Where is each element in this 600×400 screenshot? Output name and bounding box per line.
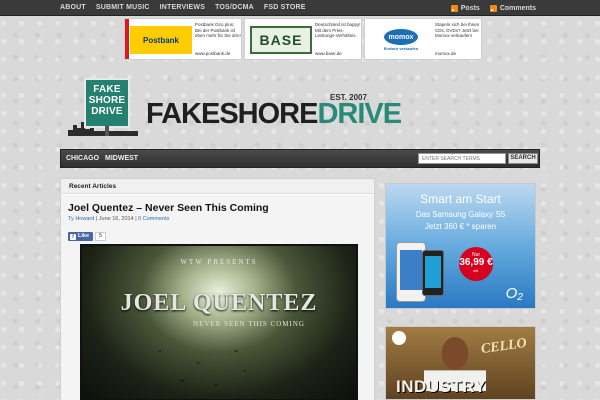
rss-icon xyxy=(489,4,497,12)
top-bar: About Submit Music Interviews TOS/DCMA F… xyxy=(0,0,600,16)
ad-marker xyxy=(125,19,129,59)
posts-feed-label: Posts xyxy=(460,4,480,12)
ad-headline: INDUSTRY xyxy=(396,377,487,396)
cover-artist: JOEL QUENTEZ xyxy=(120,290,318,316)
logo-sign-line: FAKE xyxy=(93,84,121,95)
search-button[interactable]: SEARCH xyxy=(508,153,538,164)
ad-postbank[interactable]: Postbank Postbank Giro plus: Bei der Pos… xyxy=(124,18,242,60)
feed-links: Posts Comments xyxy=(441,0,536,16)
nav-midwest[interactable]: Midwest xyxy=(105,150,138,167)
like-count: 5 xyxy=(95,232,107,241)
comments-feed-link[interactable]: Comments xyxy=(489,0,536,16)
search-input[interactable] xyxy=(418,153,506,164)
article-date: June 16, 2014 xyxy=(98,216,134,222)
logo-wordmark: FAKESHOREDRIVE xyxy=(146,98,402,131)
cover-subtitle: NEVER SEEN THIS COMING xyxy=(193,320,305,328)
bird-icon: ⌄ xyxy=(177,371,188,385)
article: Joel Quentez – Never Seen This Coming Ty… xyxy=(61,195,374,400)
recent-articles-panel: Recent Articles Joel Quentez – Never See… xyxy=(60,178,375,400)
nav-chicago[interactable]: Chicago xyxy=(66,150,99,167)
ad-base[interactable]: BASE Deutschland ist happy! Mit dem Prei… xyxy=(244,18,362,60)
logo-street-sign: FAKE SHORE DRIVE xyxy=(84,78,130,128)
momox-logo: momox Einfach verkaufen xyxy=(370,26,432,54)
comments-feed-label: Comments xyxy=(499,4,536,12)
nav-fsd-store[interactable]: FSD Store xyxy=(264,0,306,16)
comments-link[interactable]: 0 Comments xyxy=(138,216,169,222)
ad-url: momox.de xyxy=(435,51,457,56)
base-logo: BASE xyxy=(250,26,312,54)
ad-offer: Jetzt 360 € * sparen xyxy=(424,222,497,231)
sidebar-ad-cello[interactable]: CELLO INDUSTRY xyxy=(385,326,536,400)
logo-established: EST. 2007 xyxy=(330,93,367,102)
price-suffix: mtl. xyxy=(472,268,480,273)
nav-about[interactable]: About xyxy=(60,0,86,16)
facebook-like: f Like 5 xyxy=(68,232,107,241)
bird-icon: ⌄ xyxy=(212,378,220,388)
momox-tagline: Einfach verkaufen xyxy=(383,46,419,51)
site-logo[interactable]: FAKE SHORE DRIVE FAKESHOREDRIVE EST. 200… xyxy=(68,78,402,140)
posts-feed-link[interactable]: Posts xyxy=(450,0,480,16)
cover-presents: WTW PRESENTS xyxy=(180,258,258,266)
nav-interviews[interactable]: Interviews xyxy=(160,0,205,16)
ad-headline: Smart am Start xyxy=(420,192,501,206)
like-button[interactable]: f Like xyxy=(68,232,94,241)
logo-sign-post xyxy=(105,126,109,136)
ad-text: Stapeln sich bei Ihnen CDs, DVDs? Jetzt … xyxy=(435,22,480,39)
bird-icon: ⌄ xyxy=(232,344,240,354)
momox-logo-mark: momox xyxy=(384,29,418,45)
price-amount: 36,99 € xyxy=(459,257,493,268)
o2-logo: O₂ xyxy=(505,285,523,302)
ad-text: Deutschland ist happy! Mit dem Preis-Lei… xyxy=(315,22,361,39)
top-nav: About Submit Music Interviews TOS/DCMA F… xyxy=(60,0,316,16)
facebook-icon: f xyxy=(70,233,76,240)
phone-image xyxy=(422,250,444,296)
nav-submit-music[interactable]: Submit Music xyxy=(96,0,150,16)
ad-subline: Das Samsung Galaxy S5 xyxy=(415,210,506,219)
ad-artist-name: CELLO xyxy=(480,335,528,358)
bird-icon: ⌄ xyxy=(242,367,248,374)
author-link[interactable]: Ty Howard xyxy=(68,216,94,222)
article-title[interactable]: Joel Quentez – Never Seen This Coming xyxy=(68,202,269,214)
album-cover[interactable]: WTW PRESENTS JOEL QUENTEZ NEVER SEEN THI… xyxy=(80,244,358,400)
sidebar-ad-samsung[interactable]: Smart am Start Das Samsung Galaxy S5 Jet… xyxy=(385,183,536,309)
logo-sign-line: DRIVE xyxy=(91,106,123,117)
logo-sign-line: SHORE xyxy=(88,95,126,106)
postbank-logo: Postbank xyxy=(130,26,192,54)
ad-badge-icon xyxy=(392,331,406,345)
article-meta: Ty Howard | June 16, 2014 | 0 Comments xyxy=(68,216,169,222)
ad-momox[interactable]: momox Einfach verkaufen Stapeln sich bei… xyxy=(364,18,482,60)
main-nav: Chicago Midwest SEARCH xyxy=(60,149,540,168)
ad-text: Postbank Giro plus: Bei der Postbank ist… xyxy=(195,22,241,39)
like-label: Like xyxy=(78,233,90,239)
bird-icon: ⌄ xyxy=(157,347,163,354)
bird-icon: ⌄ xyxy=(194,356,202,366)
ad-url: www.base.de xyxy=(315,51,342,56)
logo-word-drive: DRIVE xyxy=(317,98,402,130)
logo-word-fakeshore: FAKESHORE xyxy=(146,98,318,130)
price-badge: Nur 36,99 € mtl. xyxy=(459,247,493,281)
rss-icon xyxy=(450,4,458,12)
section-title: Recent Articles xyxy=(61,179,374,194)
ad-url: www.postbank.de xyxy=(195,51,231,56)
nav-tos-dcma[interactable]: TOS/DCMA xyxy=(215,0,254,16)
